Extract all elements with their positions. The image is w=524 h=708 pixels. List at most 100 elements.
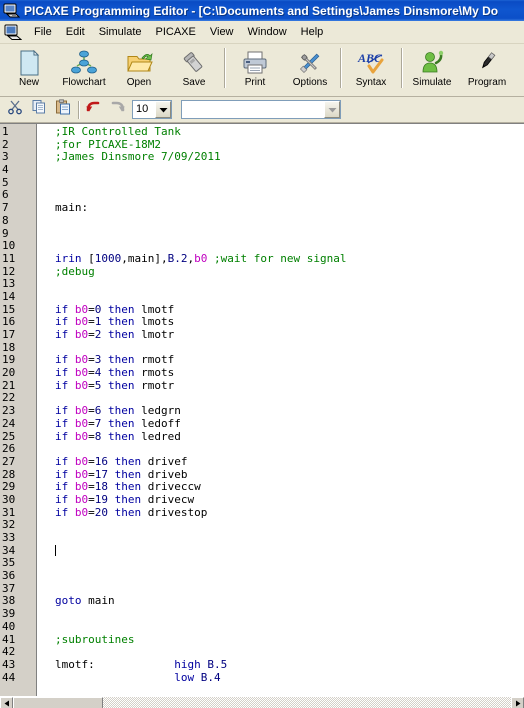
scroll-right-button[interactable] bbox=[511, 697, 524, 708]
code-line[interactable]: if b0=8 then ledred bbox=[55, 429, 524, 444]
scissors-icon bbox=[7, 99, 23, 120]
token-var: b0 bbox=[74, 454, 89, 468]
copy-button[interactable] bbox=[27, 99, 50, 120]
new-button[interactable]: New bbox=[2, 46, 56, 91]
token-num: B.4 bbox=[200, 670, 221, 684]
token-plain: = bbox=[88, 429, 95, 443]
code-line[interactable]: irin [1000,main],B.2,b0 ;wait for new si… bbox=[55, 251, 524, 266]
code-line[interactable]: low B.4 bbox=[55, 670, 524, 685]
code-line[interactable]: if b0=20 then drivestop bbox=[55, 506, 524, 520]
font-size-combo[interactable]: 10 bbox=[132, 100, 172, 119]
font-name-combo[interactable] bbox=[181, 100, 341, 119]
editor-area: 1 2 3 4 5 6 7 8 9 10 11 12 13 14 15 16 17 18 19 20 21 22 23 24 2… bbox=[0, 123, 524, 708]
code-line[interactable]: main: bbox=[55, 201, 524, 215]
menu-help[interactable]: Help bbox=[294, 23, 331, 41]
token-var: b0 bbox=[74, 492, 89, 506]
text-caret bbox=[55, 544, 56, 556]
token-plain: lmotf: bbox=[55, 657, 175, 671]
horizontal-scrollbar[interactable] bbox=[0, 696, 524, 708]
save-button-label: Save bbox=[182, 77, 206, 88]
scrollbar-thumb[interactable] bbox=[13, 697, 103, 708]
code-line[interactable] bbox=[55, 189, 524, 202]
token-kw: then bbox=[101, 416, 142, 430]
menu-edit[interactable]: Edit bbox=[59, 23, 92, 41]
token-num: 18 bbox=[94, 480, 108, 494]
computer-icon bbox=[3, 3, 21, 19]
code-text[interactable]: ;IR Controlled Tank ;for PICAXE-18M2 ;Jame… bbox=[37, 124, 524, 699]
token-var: b0 bbox=[74, 429, 89, 443]
token-kw: if bbox=[55, 480, 75, 494]
program-button[interactable]: Program bbox=[460, 46, 514, 91]
code-line[interactable]: ;James Dinsmore 7/09/2011 bbox=[55, 151, 524, 164]
code-line[interactable]: if b0=5 then rmotr bbox=[55, 378, 524, 393]
undo-button[interactable] bbox=[82, 99, 105, 120]
code-line[interactable] bbox=[55, 532, 524, 545]
token-plain: driveccw bbox=[147, 480, 201, 494]
code-line[interactable]: goto main bbox=[55, 595, 524, 608]
paste-button[interactable] bbox=[51, 99, 74, 120]
printer-icon bbox=[242, 49, 268, 76]
print-button-label: Print bbox=[244, 77, 266, 88]
menu-file[interactable]: File bbox=[27, 23, 59, 41]
token-num: 1000 bbox=[94, 251, 122, 265]
code-line[interactable] bbox=[55, 570, 524, 583]
mdi-window-icon[interactable] bbox=[4, 24, 23, 41]
simulate-button[interactable]: Simulate bbox=[405, 46, 459, 91]
options-button[interactable]: Options bbox=[283, 46, 337, 91]
code-line[interactable] bbox=[55, 557, 524, 570]
redo-button[interactable] bbox=[106, 99, 129, 120]
code-line[interactable]: ;subroutines bbox=[55, 632, 524, 647]
code-line[interactable]: if b0=2 then lmotr bbox=[55, 328, 524, 342]
token-kw: if bbox=[55, 378, 75, 392]
paste-icon bbox=[55, 99, 71, 120]
token-kw: if bbox=[55, 454, 75, 468]
line-number: 33 bbox=[2, 531, 16, 544]
token-plain: ledoff bbox=[141, 416, 181, 430]
line-number: 24 bbox=[2, 416, 16, 430]
menu-window[interactable]: Window bbox=[241, 23, 294, 41]
scroll-left-button[interactable] bbox=[0, 697, 13, 708]
code-line[interactable] bbox=[55, 228, 524, 241]
line-number: 11 bbox=[2, 251, 16, 265]
open-button[interactable]: Open bbox=[112, 46, 166, 91]
code-line[interactable] bbox=[55, 519, 524, 532]
code-line[interactable] bbox=[55, 177, 524, 190]
menu-view[interactable]: View bbox=[203, 23, 241, 41]
redo-arrow-icon bbox=[109, 99, 126, 120]
save-button[interactable]: Save bbox=[167, 46, 221, 91]
code-editor[interactable]: 1 2 3 4 5 6 7 8 9 10 11 12 13 14 15 16 17 18 19 20 21 22 23 24 2… bbox=[0, 124, 524, 699]
scrollbar-track[interactable] bbox=[13, 697, 511, 708]
code-line[interactable] bbox=[55, 583, 524, 596]
options-button-label: Options bbox=[292, 77, 328, 88]
token-kw: if bbox=[55, 467, 75, 481]
syntax-button[interactable]: ABC Syntax bbox=[344, 46, 398, 91]
open-button-label: Open bbox=[126, 77, 152, 88]
token-var: b0 bbox=[74, 315, 89, 329]
window-title: PICAXE Programming Editor - [C:\Document… bbox=[24, 3, 499, 18]
flowchart-button-label: Flowchart bbox=[62, 77, 106, 88]
save-disk-icon bbox=[181, 49, 207, 76]
print-button[interactable]: Print bbox=[228, 46, 282, 91]
code-line[interactable] bbox=[55, 164, 524, 177]
edit-toolbar-separator bbox=[75, 100, 82, 120]
code-line[interactable] bbox=[55, 544, 524, 558]
line-number: 43 bbox=[2, 657, 16, 671]
chevron-down-icon[interactable] bbox=[155, 101, 171, 118]
abc-check-icon: ABC bbox=[356, 49, 386, 76]
code-line[interactable] bbox=[55, 608, 524, 621]
code-line[interactable] bbox=[55, 215, 524, 228]
chevron-down-icon[interactable] bbox=[324, 101, 340, 118]
line-number: 40 bbox=[2, 619, 16, 633]
cut-button[interactable] bbox=[3, 99, 26, 120]
code-line[interactable] bbox=[55, 278, 524, 291]
picaxe-editor-window: PICAXE Programming Editor - [C:\Document… bbox=[0, 0, 524, 708]
menu-simulate[interactable]: Simulate bbox=[92, 23, 149, 41]
simulate-button-label: Simulate bbox=[412, 77, 452, 88]
menu-picaxe[interactable]: PICAXE bbox=[149, 23, 203, 41]
flowchart-button[interactable]: Flowchart bbox=[57, 46, 111, 91]
token-num: 17 bbox=[94, 467, 108, 481]
code-line[interactable]: ;debug bbox=[55, 265, 524, 279]
token-comment: ;subroutines bbox=[55, 632, 135, 646]
token-plain: ledred bbox=[141, 429, 181, 443]
title-bar: PICAXE Programming Editor - [C:\Document… bbox=[0, 0, 524, 21]
